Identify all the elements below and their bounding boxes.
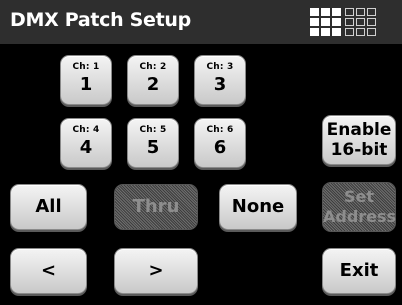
enable-16bit-button[interactable]: Enable 16-bit <box>322 115 396 165</box>
channel-2-button[interactable]: Ch: 2 2 <box>127 55 179 105</box>
exit-button[interactable]: Exit <box>322 248 396 294</box>
next-button[interactable]: > <box>114 248 198 294</box>
channel-label: Ch: 5 <box>139 125 167 135</box>
enable-label-line2: 16-bit <box>330 140 388 160</box>
channel-6-button[interactable]: Ch: 6 6 <box>194 118 246 168</box>
all-button[interactable]: All <box>10 184 87 230</box>
channel-label: Ch: 2 <box>139 62 167 72</box>
none-button[interactable]: None <box>219 184 297 230</box>
channel-3-button[interactable]: Ch: 3 3 <box>194 55 246 105</box>
channel-number: 6 <box>213 137 227 158</box>
channel-4-button[interactable]: Ch: 4 4 <box>60 118 112 168</box>
channel-number: 1 <box>79 74 93 95</box>
channel-label: Ch: 6 <box>206 125 234 135</box>
channel-number: 4 <box>79 137 93 158</box>
channel-label: Ch: 4 <box>72 125 100 135</box>
set-label-line1: Set <box>343 187 375 206</box>
channel-1-button[interactable]: Ch: 1 1 <box>60 55 112 105</box>
channel-label: Ch: 3 <box>206 62 234 72</box>
enable-label-line1: Enable <box>326 120 392 140</box>
thru-button[interactable]: Thru <box>114 184 198 230</box>
channel-5-button[interactable]: Ch: 5 5 <box>127 118 179 168</box>
page-title: DMX Patch Setup <box>10 9 191 31</box>
grid-outline-icon[interactable] <box>345 8 376 36</box>
set-label-line2: Address <box>323 207 397 226</box>
channel-label: Ch: 1 <box>72 62 100 72</box>
title-bar: DMX Patch Setup <box>0 0 402 44</box>
channel-number: 5 <box>146 137 160 158</box>
grid-filled-icon[interactable] <box>310 8 341 36</box>
set-address-button[interactable]: Set Address <box>322 182 396 232</box>
channel-number: 2 <box>146 74 160 95</box>
channel-number: 3 <box>213 74 227 95</box>
previous-button[interactable]: < <box>10 248 87 294</box>
